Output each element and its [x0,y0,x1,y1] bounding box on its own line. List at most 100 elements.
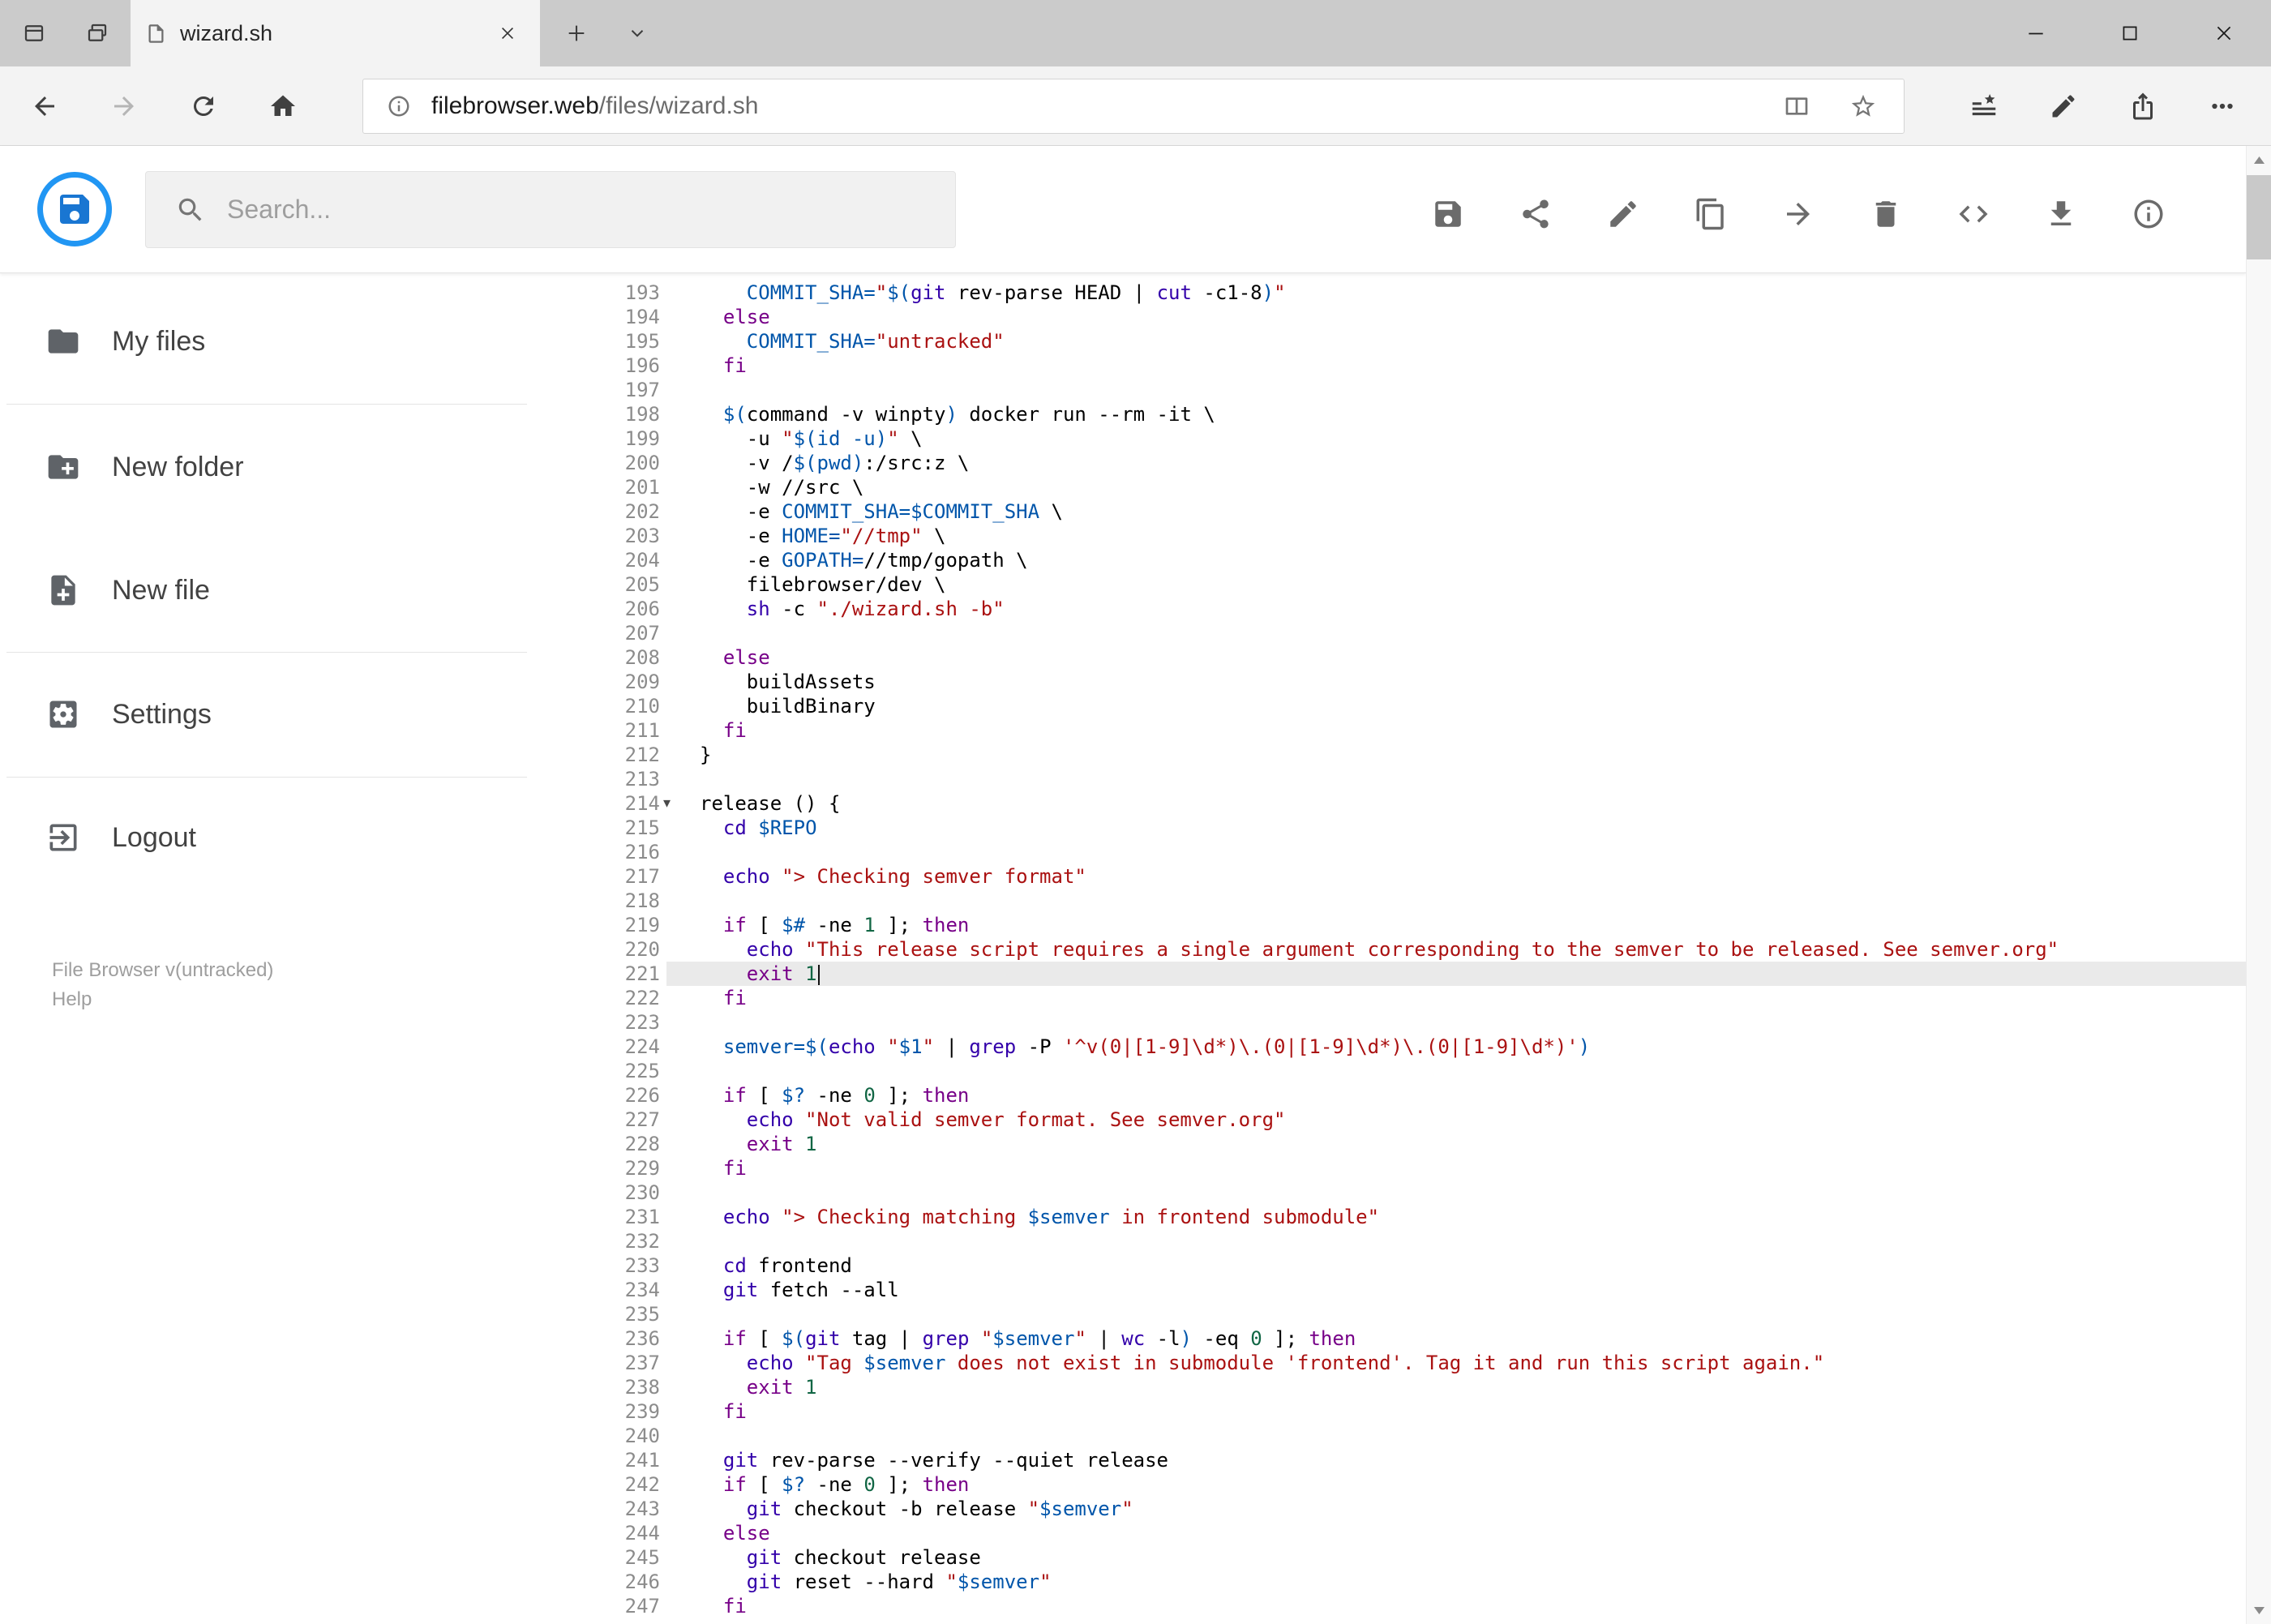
code-line[interactable]: 224 semver=$(echo "$1" | grep -P '^v(0|[… [535,1035,2246,1059]
code-line[interactable]: 203 -e HOME="//tmp" \ [535,524,2246,548]
code-line[interactable]: 205 filebrowser/dev \ [535,572,2246,597]
code-line[interactable]: 200 -v /$(pwd):/src:z \ [535,451,2246,475]
code-line[interactable]: 201 -w //src \ [535,475,2246,499]
code-line[interactable]: 246 git reset --hard "$semver" [535,1570,2246,1594]
code-line[interactable]: 209 buildAssets [535,670,2246,694]
code-line[interactable]: 197 [535,378,2246,402]
code-line[interactable]: 242 if [ $? -ne 0 ]; then [535,1472,2246,1497]
code-line[interactable]: 237 echo "Tag $semver does not exist in … [535,1351,2246,1375]
code-line[interactable]: 231 echo "> Checking matching $semver in… [535,1205,2246,1229]
code-view-button[interactable] [1954,195,1993,234]
code-line[interactable]: 221 exit 1 [535,962,2246,986]
code-line[interactable]: 204 -e GOPATH=//tmp/gopath \ [535,548,2246,572]
file-download-button[interactable] [2042,195,2080,234]
code-line[interactable]: 219 if [ $# -ne 1 ]; then [535,913,2246,937]
code-line[interactable]: 218 [535,889,2246,913]
home-button[interactable] [256,79,310,133]
code-line[interactable]: 226 if [ $? -ne 0 ]; then [535,1083,2246,1108]
hub-button[interactable] [1955,77,2013,135]
code-line[interactable]: 202 -e COMMIT_SHA=$COMMIT_SHA \ [535,499,2246,524]
scroll-up-button[interactable] [2247,146,2271,174]
forward-button[interactable] [97,79,151,133]
maximize-button[interactable] [2083,0,2177,66]
code-line[interactable]: 236 if [ $(git tag | grep "$semver" | wc… [535,1326,2246,1351]
code-line[interactable]: 232 [535,1229,2246,1253]
file-save-button[interactable] [1429,195,1468,234]
code-line[interactable]: 247 fi [535,1594,2246,1618]
code-line[interactable]: 239 fi [535,1399,2246,1424]
fold-marker-icon[interactable]: ▾ [663,791,671,816]
code-line[interactable]: 212} [535,743,2246,767]
sidebar-item-logout[interactable]: Logout [0,802,535,873]
code-line[interactable]: 240 [535,1424,2246,1448]
code-line[interactable]: 243 git checkout -b release "$semver" [535,1497,2246,1521]
code-line[interactable]: 223 [535,1010,2246,1035]
scroll-thumb[interactable] [2247,175,2271,259]
code-line[interactable]: 244 else [535,1521,2246,1545]
search-bar[interactable] [145,171,956,248]
sidebar-item-settings[interactable]: Settings [0,679,535,750]
file-info-button[interactable] [2129,195,2168,234]
code-line[interactable]: 222 fi [535,986,2246,1010]
refresh-button[interactable] [177,79,230,133]
file-rename-button[interactable] [1604,195,1643,234]
code-line[interactable]: 241 git rev-parse --verify --quiet relea… [535,1448,2246,1472]
tab-list-button[interactable] [613,0,662,66]
set-tabs-aside-button[interactable] [71,7,123,59]
code-line[interactable]: 206 sh -c "./wizard.sh -b" [535,597,2246,621]
sidebar-item-new-folder[interactable]: New folder [0,431,535,503]
code-line[interactable]: 225 [535,1059,2246,1083]
code-line[interactable]: 245 git checkout release [535,1545,2246,1570]
code-line[interactable]: 234 git fetch --all [535,1278,2246,1302]
more-button[interactable] [2193,77,2252,135]
code-line[interactable]: 215 cd $REPO [535,816,2246,840]
window-close-button[interactable] [2177,0,2271,66]
code-line[interactable]: 220 echo "This release script requires a… [535,937,2246,962]
code-line[interactable]: 198 $(command -v winpty) docker run --rm… [535,402,2246,426]
help-link[interactable]: Help [52,985,273,1014]
file-share-button[interactable] [1516,195,1555,234]
file-delete-button[interactable] [1866,195,1905,234]
code-line[interactable]: 217 echo "> Checking semver format" [535,864,2246,889]
code-line[interactable]: 227 echo "Not valid semver format. See s… [535,1108,2246,1132]
sidebar-item-my-files[interactable]: My files [0,306,535,377]
code-editor[interactable]: 193 COMMIT_SHA="$(git rev-parse HEAD | c… [535,273,2246,1624]
code-line[interactable]: 211 fi [535,718,2246,743]
new-tab-button[interactable] [548,0,605,66]
scrollbar[interactable] [2246,146,2271,1624]
browser-tab[interactable]: wizard.sh [131,0,540,66]
search-input[interactable] [227,195,955,225]
address-bar[interactable]: filebrowser.web/files/wizard.sh [362,78,1905,134]
code-line[interactable]: 235 [535,1302,2246,1326]
code-line[interactable]: 238 exit 1 [535,1375,2246,1399]
browser-share-button[interactable] [2114,77,2172,135]
file-copy-button[interactable] [1691,195,1730,234]
code-line[interactable]: 207 [535,621,2246,645]
code-line[interactable]: 228 exit 1 [535,1132,2246,1156]
code-line[interactable]: 213 [535,767,2246,791]
back-button[interactable] [18,79,71,133]
scroll-down-button[interactable] [2247,1596,2271,1624]
code-line[interactable]: 199 -u "$(id -u)" \ [535,426,2246,451]
code-line[interactable]: 214 ▾ release () { [535,791,2246,816]
reading-view-button[interactable] [1776,85,1818,127]
site-info-button[interactable] [383,90,415,122]
code-line[interactable]: 233 cd frontend [535,1253,2246,1278]
notes-button[interactable] [2034,77,2093,135]
code-line[interactable]: 210 buildBinary [535,694,2246,718]
code-line[interactable]: 193 COMMIT_SHA="$(git rev-parse HEAD | c… [535,281,2246,305]
code-line[interactable]: 230 [535,1181,2246,1205]
code-line[interactable]: 216 [535,840,2246,864]
tabs-preview-button[interactable] [8,7,60,59]
code-line[interactable]: 229 fi [535,1156,2246,1181]
code-line[interactable]: 195 COMMIT_SHA="untracked" [535,329,2246,354]
code-line[interactable]: 196 fi [535,354,2246,378]
sidebar-item-new-file[interactable]: New file [0,555,535,626]
code-line[interactable]: 194 else [535,305,2246,329]
file-move-button[interactable] [1779,195,1818,234]
code-line[interactable]: 208 else [535,645,2246,670]
favorite-button[interactable] [1842,85,1884,127]
app-logo[interactable] [37,172,112,246]
tab-close-button[interactable] [490,15,525,51]
minimize-button[interactable] [1989,0,2083,66]
